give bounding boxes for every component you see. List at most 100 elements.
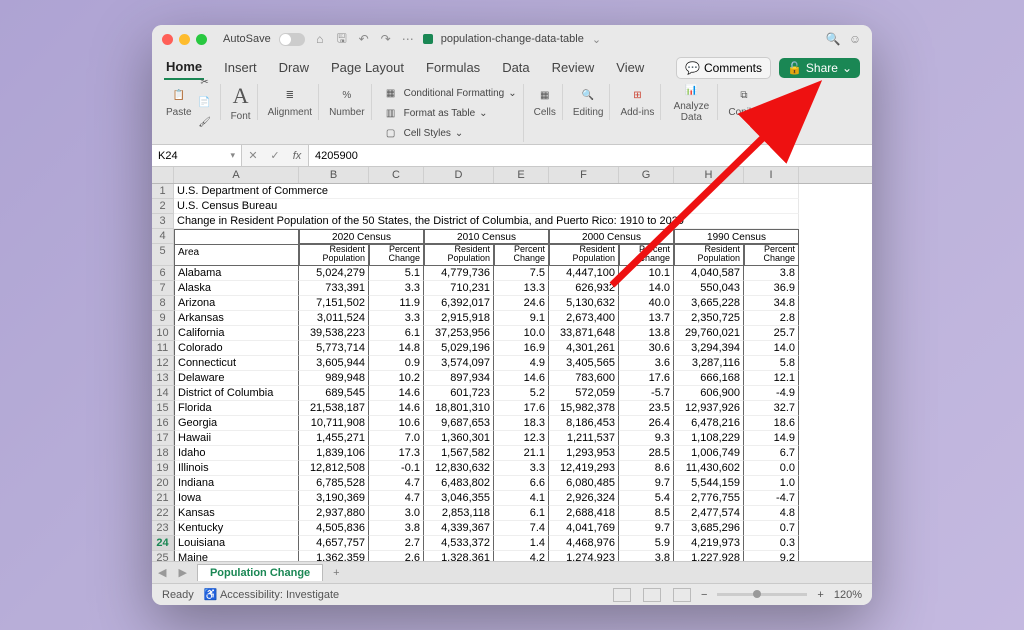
copilot-button[interactable]: ⧉Copilot [728,87,759,118]
formula-input[interactable]: 4205900 [308,145,872,166]
sheet-prev-icon[interactable]: ◀ [152,566,172,579]
group-font: AFont [225,84,258,120]
group-number: % Number [323,84,372,120]
ribbon: 📋 Paste ✂ 📄 🖌 AFont ≣Alignment % Number ▦… [152,80,872,145]
home-icon[interactable]: ⌂ [313,32,327,46]
undo-icon[interactable]: ↶ [357,32,371,46]
analyze-data-button[interactable]: 📊Analyze Data [671,81,711,123]
fx-icon[interactable]: fx [286,150,308,162]
column-headers: A B C D E F G H I [152,167,872,184]
chevron-down-icon[interactable]: ▾ [230,150,235,161]
tab-page-layout[interactable]: Page Layout [329,56,406,79]
name-box[interactable]: K24 ▾ [152,145,242,166]
status-ready: Ready [162,589,194,601]
view-normal-icon[interactable] [613,588,631,602]
col-head[interactable]: C [369,167,424,183]
doc-chevron-icon[interactable]: ⌄ [592,33,601,46]
formula-bar: K24 ▾ ✕ ✓ fx 4205900 [152,145,872,167]
share-label: Share [806,61,838,75]
menu-tabs: Home Insert Draw Page Layout Formulas Da… [152,53,872,80]
tab-insert[interactable]: Insert [222,56,259,79]
doc-name[interactable]: population-change-data-table [441,33,584,45]
cells-button[interactable]: ▦Cells [534,87,556,118]
col-head[interactable]: A [174,167,299,183]
font-button[interactable]: AFont [231,83,251,122]
zoom-slider[interactable] [717,593,807,596]
view-break-icon[interactable] [673,588,691,602]
align-icon: ≣ [281,87,299,105]
minimize-icon[interactable] [179,34,190,45]
autosave-label: AutoSave [223,33,271,45]
number-button[interactable]: % Number [329,87,365,118]
tab-draw[interactable]: Draw [277,56,311,79]
sheet-next-icon[interactable]: ▶ [172,566,192,579]
col-head[interactable]: D [424,167,494,183]
cell-styles-button[interactable]: ▢Cell Styles⌄ [382,124,517,142]
status-bar: Ready ♿ Accessibility: Investigate − + 1… [152,583,872,605]
col-head[interactable]: I [744,167,799,183]
table-icon: ▥ [382,104,400,122]
analyze-icon: 📊 [682,81,700,99]
redo-icon[interactable]: ↷ [379,32,393,46]
app-icon [423,34,433,44]
format-painter-icon[interactable]: 🖌 [196,113,214,131]
zoom-icon[interactable] [196,34,207,45]
tab-formulas[interactable]: Formulas [424,56,482,79]
spreadsheet-grid[interactable]: A B C D E F G H I 1U.S. Department of Co… [152,167,872,561]
comments-label: Comments [704,61,762,75]
conditional-formatting-button[interactable]: ▦Conditional Formatting⌄ [382,84,517,102]
cell-styles-icon: ▢ [382,124,400,142]
col-head[interactable]: F [549,167,619,183]
share-icon: 🔓 [787,61,802,75]
accept-formula-icon[interactable]: ✓ [264,149,286,162]
number-label: Number [329,107,365,118]
cell-reference: K24 [158,150,178,162]
group-clipboard: 📋 Paste ✂ 📄 🖌 [160,84,221,120]
cut-icon[interactable]: ✂ [196,73,214,91]
view-layout-icon[interactable] [643,588,661,602]
smiley-icon[interactable]: ☺ [848,32,862,46]
group-cells: ▦Cells [528,84,563,120]
group-analyze: 📊Analyze Data [665,84,718,120]
alignment-button[interactable]: ≣Alignment [268,87,312,118]
editing-button[interactable]: 🔍Editing [573,87,604,118]
more-icon[interactable]: ⋯ [401,32,415,46]
titlebar: AutoSave ⌂ 🖫 ↶ ↷ ⋯ population-change-dat… [152,25,872,53]
percent-icon: % [338,87,356,105]
chevron-down-icon: ⌄ [842,61,852,75]
window-controls [162,34,207,45]
font-label: Font [231,111,251,122]
col-head[interactable]: G [619,167,674,183]
excel-window: AutoSave ⌂ 🖫 ↶ ↷ ⋯ population-change-dat… [152,25,872,605]
format-as-table-button[interactable]: ▥Format as Table⌄ [382,104,517,122]
tab-data[interactable]: Data [500,56,531,79]
comment-icon: 💬 [685,61,700,75]
cancel-formula-icon[interactable]: ✕ [242,149,264,162]
clipboard-icon: 📋 [170,87,188,105]
zoom-level[interactable]: 120% [834,589,862,601]
comments-button[interactable]: 💬 Comments [676,57,771,79]
copy-icon[interactable]: 📄 [196,93,214,111]
col-head[interactable]: E [494,167,549,183]
col-head[interactable]: H [674,167,744,183]
zoom-out-button[interactable]: − [701,589,707,601]
accessibility-status[interactable]: ♿ Accessibility: Investigate [204,588,339,601]
sheet-tabs-bar: ◀ ▶ Population Change + [152,561,872,583]
paste-label: Paste [166,107,192,118]
save-icon[interactable]: 🖫 [335,32,349,46]
sheet-tab[interactable]: Population Change [197,564,323,581]
tab-review[interactable]: Review [550,56,597,79]
tab-view[interactable]: View [614,56,646,79]
copilot-icon: ⧉ [735,87,753,105]
add-sheet-button[interactable]: + [327,567,345,579]
autosave-toggle[interactable] [279,33,305,46]
addins-button[interactable]: ⊞Add-ins [620,87,654,118]
search-icon[interactable]: 🔍 [826,32,840,46]
addins-icon: ⊞ [628,87,646,105]
zoom-in-button[interactable]: + [817,589,823,601]
close-icon[interactable] [162,34,173,45]
paste-button[interactable]: 📋 Paste [166,87,192,118]
group-addins: ⊞Add-ins [614,84,661,120]
share-button[interactable]: 🔓 Share ⌄ [779,58,860,78]
col-head[interactable]: B [299,167,369,183]
